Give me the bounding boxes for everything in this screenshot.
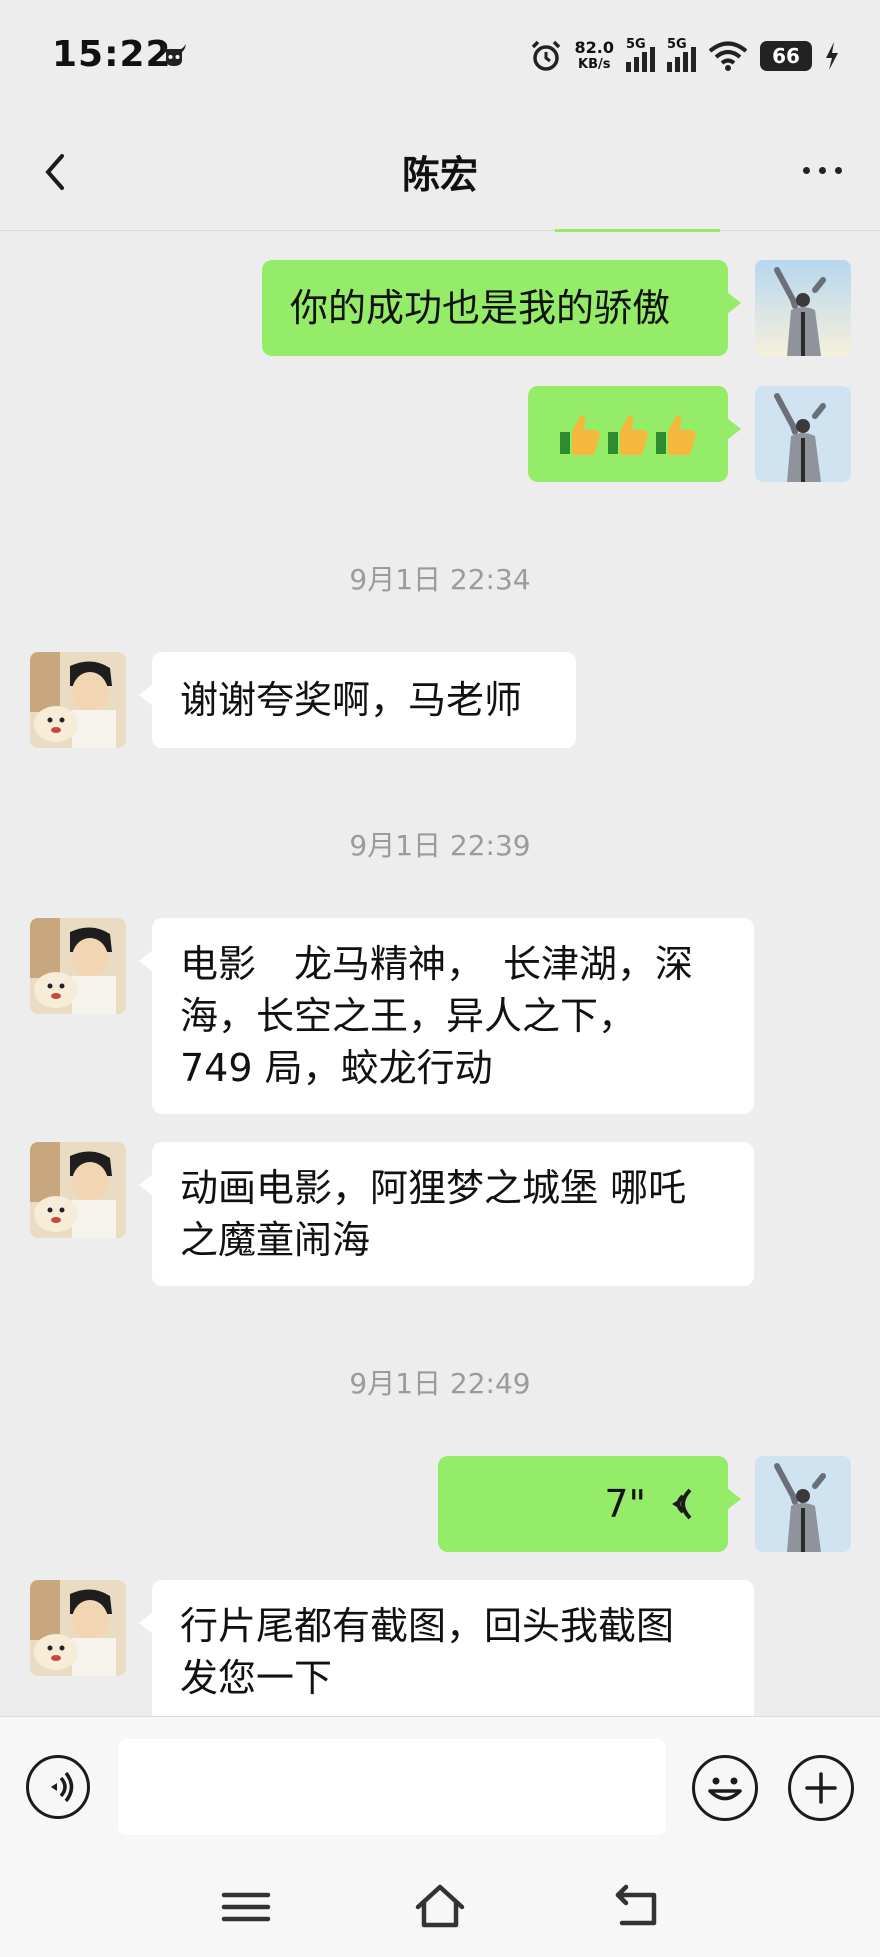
status-bar: 15:22 82.0 KB/s 5G 5G 66: [0, 0, 880, 110]
speed-value: 82.0: [574, 38, 614, 57]
sim2-label: 5G: [667, 36, 687, 52]
contact-avatar[interactable]: [30, 1580, 126, 1676]
message-input[interactable]: [118, 1739, 666, 1835]
thumbs-up-icon: [608, 415, 648, 455]
bull-app-icon: [162, 44, 186, 66]
contact-message-bubble[interactable]: 谢谢夸奖啊，马老师: [139, 652, 576, 748]
message-timestamp: 9月1日 22:34: [349, 563, 531, 596]
back-icon[interactable]: [606, 1877, 666, 1937]
my-avatar-photo: [755, 1456, 851, 1552]
status-time: 15:22: [52, 34, 172, 75]
contact-avatar-illustration: [30, 1580, 126, 1676]
voice-wave-icon: [672, 1488, 692, 1520]
previous-bubble-edge: [555, 229, 720, 232]
my-avatar-photo: [755, 386, 851, 482]
message-line: 动画电影，阿狸梦之城堡 哪吒: [180, 1166, 687, 1210]
voice-input-glyph: [51, 1771, 74, 1803]
message-line: 之魔童闹海: [180, 1218, 371, 1262]
chat-title: 陈宏: [401, 153, 478, 197]
alarm-icon: [531, 40, 560, 71]
contact-avatar-illustration: [30, 918, 126, 1014]
emoji-icon[interactable]: [692, 1755, 758, 1821]
contact-avatar[interactable]: [30, 918, 126, 1014]
wifi-icon: [708, 41, 748, 71]
voice-duration: 7": [604, 1482, 646, 1526]
message-line: 行片尾都有截图，回头我截图: [180, 1604, 675, 1648]
voice-input-icon[interactable]: [26, 1755, 90, 1819]
message-text: 你的成功也是我的骄傲: [290, 286, 671, 330]
my-avatar[interactable]: [755, 1456, 851, 1552]
message-line: 发您一下: [180, 1656, 333, 1700]
message-line: 海，长空之王，异人之下，: [180, 994, 637, 1038]
chat-header: 陈宏: [0, 110, 880, 231]
plus-icon[interactable]: [788, 1755, 854, 1821]
signal-icon: 5G: [626, 37, 655, 72]
speed-unit: KB/s: [578, 57, 611, 72]
message-timestamp: 9月1日 22:39: [349, 829, 531, 862]
menu-icon[interactable]: [216, 1877, 276, 1937]
message-line: 749 局，蛟龙行动: [180, 1046, 493, 1090]
my-avatar[interactable]: [755, 260, 851, 356]
more-dots-icon[interactable]: [794, 150, 850, 190]
thumbs-up-icon: [560, 415, 600, 455]
sim1-label: 5G: [626, 36, 646, 52]
my-avatar-photo: [755, 260, 851, 356]
battery-icon: 66: [760, 41, 812, 71]
contact-avatar-illustration: [30, 652, 126, 748]
contact-message-bubble[interactable]: 动画电影，阿狸梦之城堡 哪吒 之魔童闹海: [139, 1142, 754, 1286]
my-emoji-bubble[interactable]: [528, 386, 741, 482]
message-timestamp: 9月1日 22:49: [349, 1367, 531, 1400]
my-message-bubble[interactable]: 你的成功也是我的骄傲: [262, 260, 741, 356]
my-avatar[interactable]: [755, 386, 851, 482]
contact-message-bubble[interactable]: 电影 龙马精神， 长津湖，深 海，长空之王，异人之下， 749 局，蛟龙行动: [139, 918, 754, 1114]
contact-avatar[interactable]: [30, 1142, 126, 1238]
contact-avatar[interactable]: [30, 652, 126, 748]
signal-icon-2: 5G: [667, 37, 696, 72]
emoji-face-glyph: [708, 1777, 742, 1801]
charging-icon: [826, 42, 838, 70]
message-text: 谢谢夸奖啊，马老师: [180, 678, 523, 722]
voice-message: 7": [466, 1456, 700, 1552]
network-speed: 82.0 KB/s: [575, 39, 614, 73]
message-line: 电影 龙马精神， 长津湖，深: [180, 942, 694, 986]
contact-avatar-illustration: [30, 1142, 126, 1238]
chat-input-bar: [0, 1716, 880, 1957]
my-voice-bubble[interactable]: 7": [438, 1456, 741, 1552]
home-icon[interactable]: [410, 1877, 470, 1937]
thumbs-up-icon: [656, 415, 696, 455]
thumbs-up-emoji: [558, 386, 698, 482]
plus-glyph: [805, 1772, 837, 1804]
